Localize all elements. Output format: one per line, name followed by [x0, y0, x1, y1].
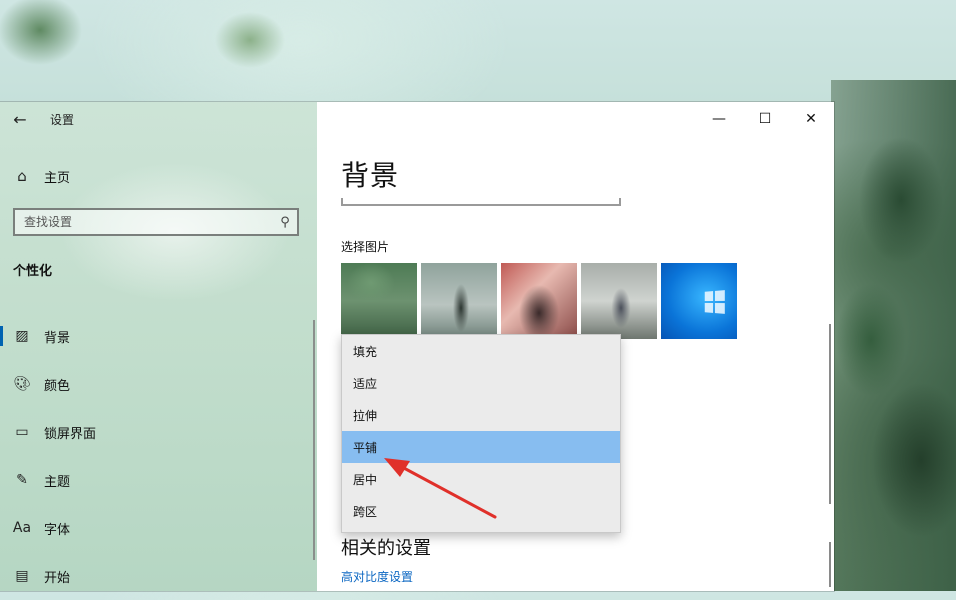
- content-scrollbar-lower[interactable]: [829, 542, 831, 587]
- picture-thumbnails: [341, 263, 737, 339]
- section-title: 个性化: [13, 264, 53, 279]
- sidebar-item-label: 背景: [44, 330, 71, 346]
- theme-icon: ✎: [16, 472, 28, 488]
- windows-logo-icon: [704, 290, 725, 314]
- palette-icon: 🎨︎: [13, 376, 31, 392]
- sidebar-item-fonts[interactable]: Aa 字体: [0, 504, 317, 552]
- maximize-button[interactable]: ☐: [742, 102, 788, 136]
- dropdown-option-fill[interactable]: 填充: [342, 335, 620, 367]
- maximize-icon: ☐: [758, 111, 772, 127]
- settings-sidebar: ← 设置 ⌂ 主页 ⚲ 个性化 ▨ 背景 🎨︎ 颜色 ▭ 锁屏界面: [0, 102, 317, 591]
- dropdown-option-stretch[interactable]: 拉伸: [342, 399, 620, 431]
- related-settings-title: 相关的设置: [341, 538, 431, 559]
- sidebar-item-start[interactable]: ▤ 开始: [0, 552, 317, 600]
- sidebar-item-background[interactable]: ▨ 背景: [0, 312, 317, 360]
- picture-icon: ▨: [15, 328, 29, 344]
- picture-thumbnail[interactable]: [421, 263, 497, 339]
- close-button[interactable]: ✕: [788, 102, 834, 136]
- picture-thumbnail[interactable]: [581, 263, 657, 339]
- picture-thumbnail[interactable]: [341, 263, 417, 339]
- fit-dropdown-list: 填充 适应 拉伸 平铺 居中 跨区: [341, 334, 621, 533]
- back-arrow-icon: ←: [13, 109, 27, 129]
- sidebar-item-label: 开始: [44, 570, 71, 586]
- home-label: 主页: [44, 170, 71, 186]
- high-contrast-link[interactable]: 高对比度设置: [341, 568, 413, 585]
- sidebar-item-lock-screen[interactable]: ▭ 锁屏界面: [0, 408, 317, 456]
- back-button[interactable]: ←: [0, 102, 40, 136]
- home-icon: ⌂: [17, 167, 27, 185]
- search-icon[interactable]: ⚲: [273, 215, 297, 230]
- window-title: 设置: [50, 112, 75, 127]
- dropdown-option-tile[interactable]: 平铺: [342, 431, 620, 463]
- sidebar-scrollbar[interactable]: [313, 320, 315, 560]
- content-scrollbar[interactable]: [829, 324, 831, 504]
- sidebar-item-themes[interactable]: ✎ 主题: [0, 456, 317, 504]
- picture-thumbnail[interactable]: [661, 263, 737, 339]
- choose-picture-label: 选择图片: [341, 240, 390, 254]
- sidebar-item-label: 锁屏界面: [44, 426, 97, 442]
- lock-screen-icon: ▭: [15, 424, 29, 440]
- font-icon: Aa: [12, 520, 32, 536]
- sidebar-item-label: 颜色: [44, 378, 71, 394]
- search-box: ⚲: [13, 208, 299, 236]
- sidebar-item-colors[interactable]: 🎨︎ 颜色: [0, 360, 317, 408]
- picture-thumbnail[interactable]: [501, 263, 577, 339]
- desktop-wallpaper-tree: [831, 80, 956, 591]
- dropdown-option-span[interactable]: 跨区: [342, 495, 620, 527]
- desktop-wallpaper-foliage: [0, 0, 320, 100]
- dropdown-option-fit[interactable]: 适应: [342, 367, 620, 399]
- page-title: 背景: [341, 159, 400, 192]
- minimize-icon: —: [712, 111, 726, 127]
- dropdown-option-center[interactable]: 居中: [342, 463, 620, 495]
- start-icon: ▤: [15, 568, 29, 584]
- sidebar-item-label: 字体: [44, 522, 71, 538]
- sidebar-item-label: 主题: [44, 474, 71, 490]
- close-icon: ✕: [805, 111, 817, 127]
- background-preview: [341, 198, 621, 206]
- search-input[interactable]: [15, 214, 273, 230]
- caption-buttons: — ☐ ✕: [696, 102, 834, 136]
- title-bar: ← 设置: [0, 102, 317, 136]
- minimize-button[interactable]: —: [696, 102, 742, 136]
- home-nav-item[interactable]: ⌂ 主页: [0, 160, 317, 192]
- personalization-nav: ▨ 背景 🎨︎ 颜色 ▭ 锁屏界面 ✎ 主题 Aa 字体 ▤ 开始: [0, 312, 317, 600]
